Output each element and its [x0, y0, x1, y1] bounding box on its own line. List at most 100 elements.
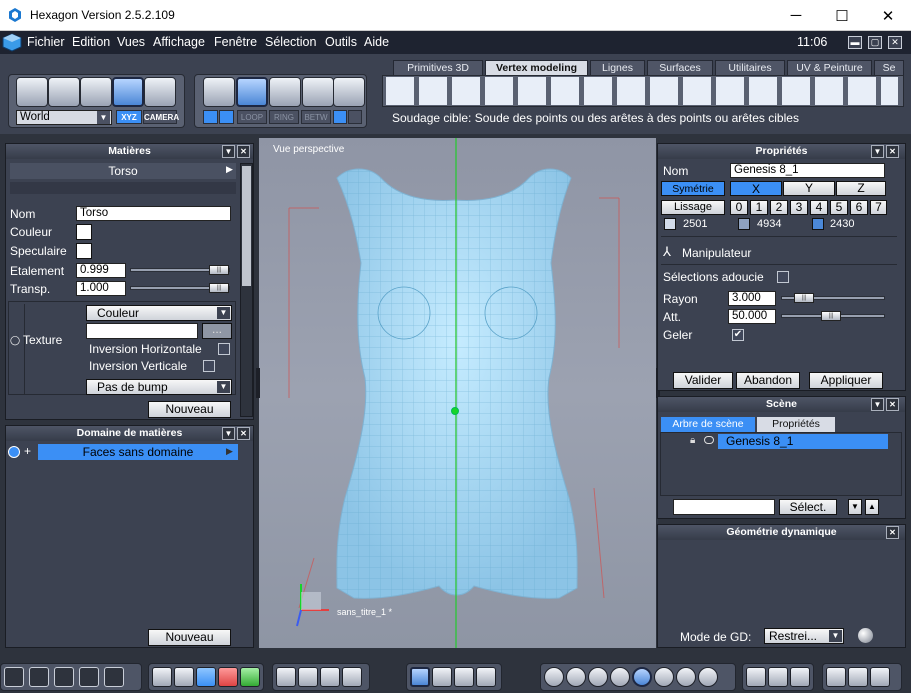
tab-scene-properties[interactable]: Propriétés	[757, 417, 835, 432]
wireframe-sphere-icon[interactable]	[544, 667, 564, 687]
box-icon[interactable]	[870, 667, 890, 687]
auto-mode-icon[interactable]	[333, 77, 365, 107]
validate-button[interactable]: Valider	[673, 372, 733, 389]
apply-button[interactable]: Appliquer	[809, 372, 883, 389]
smooth-level-0[interactable]: 0	[730, 200, 748, 215]
layout-quad-icon[interactable]	[4, 667, 24, 687]
light-sphere-icon[interactable]	[676, 667, 696, 687]
grid-green-icon[interactable]	[240, 667, 260, 687]
ghost-icon[interactable]	[144, 77, 176, 107]
grid-blue-icon[interactable]	[196, 667, 216, 687]
eye-view-icon[interactable]	[342, 667, 362, 687]
specular-swatch[interactable]	[76, 243, 92, 259]
render-multi-icon[interactable]	[768, 667, 788, 687]
menu-outils[interactable]: Outils	[325, 35, 357, 49]
panel-menu-icon[interactable]: ▼	[871, 145, 884, 158]
texture-type-select[interactable]: Couleur ▼	[86, 305, 232, 321]
torso-mesh[interactable]	[259, 138, 656, 648]
shaded-wire-sphere-icon[interactable]	[632, 667, 652, 687]
tab-lignes[interactable]: Lignes	[590, 60, 645, 75]
camera-button[interactable]: CAMERA	[143, 110, 179, 124]
panel-close-icon[interactable]: ✕	[886, 526, 899, 539]
spread-knob[interactable]: |||	[209, 265, 229, 275]
cube-icon[interactable]	[826, 667, 846, 687]
doc-restore-button[interactable]: ▢	[868, 36, 882, 49]
panel-close-icon[interactable]: ✕	[886, 398, 899, 411]
tab-surfaces[interactable]: Surfaces	[647, 60, 713, 75]
paint-icon[interactable]	[174, 667, 194, 687]
sphere-icon[interactable]	[858, 628, 873, 643]
menu-fenetre[interactable]: Fenêtre	[214, 35, 257, 49]
tab-uv-peinture[interactable]: UV & Peinture	[787, 60, 872, 75]
viewport-perspective[interactable]: Vue perspective sans_titre_1 *	[259, 138, 656, 648]
move-icon[interactable]	[432, 667, 452, 687]
smooth-level-6[interactable]: 6	[850, 200, 868, 215]
panel-close-icon[interactable]: ✕	[886, 145, 899, 158]
panel-menu-icon[interactable]: ▼	[871, 398, 884, 411]
soft-selection-checkbox[interactable]	[777, 271, 789, 283]
tab-utilitaires[interactable]: Utilitaires	[715, 60, 785, 75]
eye-icon[interactable]	[704, 436, 714, 444]
panel-close-icon[interactable]: ✕	[237, 427, 250, 440]
white-sphere-icon[interactable]	[698, 667, 718, 687]
smooth-button[interactable]: Lissage	[661, 200, 725, 215]
left-splitter[interactable]	[256, 368, 260, 398]
layout-three-icon[interactable]	[54, 667, 74, 687]
scene-search-field[interactable]	[673, 499, 775, 515]
invert-h-checkbox[interactable]	[218, 343, 230, 355]
prop-name-field[interactable]: Genesis 8_1	[730, 163, 885, 178]
minimize-button[interactable]: ─	[773, 0, 819, 31]
doc-minimize-button[interactable]: ▬	[848, 36, 862, 49]
flat-sphere-icon[interactable]	[566, 667, 586, 687]
axis-x-button[interactable]: X	[730, 181, 782, 196]
brush-icon[interactable]	[203, 110, 218, 124]
close-button[interactable]: ✕	[865, 0, 911, 31]
ring-button[interactable]: RING	[269, 110, 299, 124]
material-current[interactable]: Torso	[10, 163, 236, 179]
arrow-down-icon[interactable]: ▼	[848, 499, 862, 515]
browse-button[interactable]: ...	[202, 323, 232, 339]
transp-field[interactable]: 1.000	[76, 281, 126, 296]
menu-fichier[interactable]: Fichier	[27, 35, 65, 49]
select-arrow-icon[interactable]	[16, 77, 48, 107]
paint-select-icon[interactable]	[80, 77, 112, 107]
xyz-button[interactable]: XYZ	[116, 110, 142, 124]
universal-manipulator-icon[interactable]	[410, 667, 430, 687]
symmetry-button[interactable]: Symétrie	[661, 181, 725, 196]
doc-close-button[interactable]: ✕	[888, 36, 902, 49]
material-new-button[interactable]: Nouveau	[148, 401, 231, 418]
bump-select[interactable]: Pas de bump ▼	[86, 379, 232, 395]
domain-new-button[interactable]: Nouveau	[148, 629, 231, 646]
zoom-icon[interactable]	[320, 667, 340, 687]
smooth-level-4[interactable]: 4	[810, 200, 828, 215]
smooth-wire-sphere-icon[interactable]	[610, 667, 630, 687]
magic-select-icon[interactable]	[112, 77, 144, 107]
edge-mode-icon[interactable]	[269, 77, 301, 107]
vertex-tool-icons[interactable]	[386, 77, 898, 105]
invert-v-checkbox[interactable]	[203, 360, 215, 372]
layout-single-icon[interactable]	[104, 667, 124, 687]
cancel-button[interactable]: Abandon	[736, 372, 800, 389]
tab-scene-tree[interactable]: Arbre de scène	[661, 417, 755, 432]
grid-pick-icon[interactable]	[219, 110, 234, 124]
panel-menu-icon[interactable]: ▼	[222, 427, 235, 440]
transp-knob[interactable]: |||	[209, 283, 229, 293]
menu-aide[interactable]: Aide	[364, 35, 389, 49]
domain-visibility-icon[interactable]	[8, 446, 20, 458]
menu-affichage[interactable]: Affichage	[153, 35, 205, 49]
materials-scrollbar[interactable]	[240, 163, 253, 417]
render-shape-icon[interactable]	[746, 667, 766, 687]
rotate-icon[interactable]	[454, 667, 474, 687]
fit-view-icon[interactable]	[276, 667, 296, 687]
layout-vertical-icon[interactable]	[79, 667, 99, 687]
object-mode-icon[interactable]	[203, 77, 235, 107]
frame-icon[interactable]	[333, 110, 347, 124]
smooth-sphere-icon[interactable]	[588, 667, 608, 687]
loop-button[interactable]: LOOP	[237, 110, 267, 124]
panel-close-icon[interactable]: ✕	[237, 145, 250, 158]
scale-icon[interactable]	[476, 667, 496, 687]
texture-path-field[interactable]	[86, 323, 198, 339]
smooth-level-2[interactable]: 2	[770, 200, 788, 215]
spread-field[interactable]: 0.999	[76, 263, 126, 278]
panel-menu-icon[interactable]: ▼	[222, 145, 235, 158]
